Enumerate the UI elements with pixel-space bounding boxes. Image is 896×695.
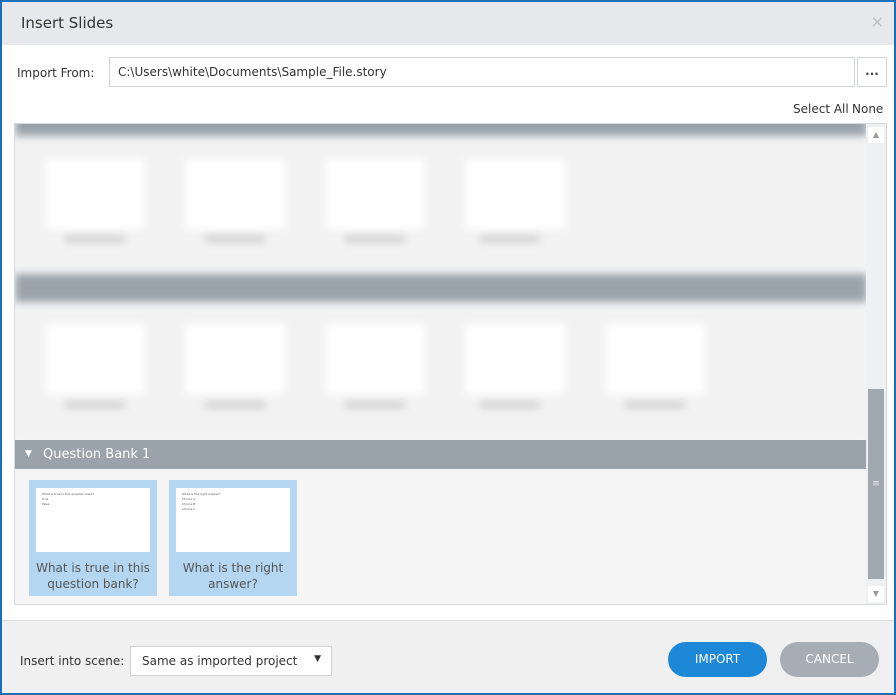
title-bar: Insert Slides × [2, 2, 894, 45]
browse-button[interactable]: ... [857, 57, 887, 87]
scene-dropdown-value: Same as imported project [142, 654, 298, 668]
insert-into-scene-label: Insert into scene: [20, 654, 125, 668]
import-button[interactable]: IMPORT [668, 642, 767, 677]
slide-thumbnail [185, 159, 285, 229]
blurred-scenes [15, 124, 867, 440]
slide-thumbnail-2[interactable]: What is the right answer? Choice A Choice … [169, 480, 297, 596]
scene-dropdown[interactable]: Same as imported project ▼ [130, 646, 332, 676]
insert-slides-dialog: Insert Slides × Import From: C:\Users\wh… [0, 0, 896, 695]
vertical-scrollbar[interactable]: ▲ ≡ ▼ [866, 124, 886, 604]
footer: Insert into scene: Same as imported proj… [2, 620, 894, 693]
slide-thumbnail [465, 324, 565, 394]
import-from-label: Import From: [17, 66, 95, 80]
slide-preview: What is true in this question bank? True F… [36, 488, 150, 552]
slide-thumbnail [325, 324, 425, 394]
collapse-triangle-icon[interactable]: ▼ [25, 440, 32, 469]
slide-caption: What is the right answer? [182, 561, 284, 591]
slides-panel: ▼ Question Bank 1 What is true in this q… [14, 123, 887, 605]
cancel-button[interactable]: CANCEL [780, 642, 879, 677]
slide-thumbnail [325, 159, 425, 229]
slide-thumbnail [45, 324, 145, 394]
chevron-down-icon: ▼ [314, 654, 321, 664]
close-icon[interactable]: × [871, 12, 884, 31]
question-bank-title: Question Bank 1 [43, 447, 151, 462]
slide-thumbnail [185, 324, 285, 394]
slide-thumbnail [45, 159, 145, 229]
slide-thumbnail-1[interactable]: What is true in this question bank? True F… [29, 480, 157, 596]
scroll-down-icon[interactable]: ▼ [868, 586, 884, 602]
select-all-link[interactable]: Select All [793, 102, 849, 116]
scene-header [15, 274, 867, 302]
slide-caption: What is true in this question bank? [36, 561, 150, 591]
slide-preview: What is the right answer? Choice A Choice … [176, 488, 290, 552]
import-path-input[interactable]: C:\Users\white\Documents\Sample_File.sto… [109, 57, 855, 87]
dialog-title: Insert Slides [21, 14, 114, 32]
scroll-up-icon[interactable]: ▲ [868, 127, 884, 143]
scene-header [15, 124, 867, 136]
slide-thumbnail [605, 324, 705, 394]
scroll-thumb[interactable]: ≡ [868, 389, 884, 579]
question-bank-header[interactable]: ▼ Question Bank 1 [15, 440, 867, 469]
slide-thumbnail [465, 159, 565, 229]
select-none-link[interactable]: None [852, 102, 883, 116]
